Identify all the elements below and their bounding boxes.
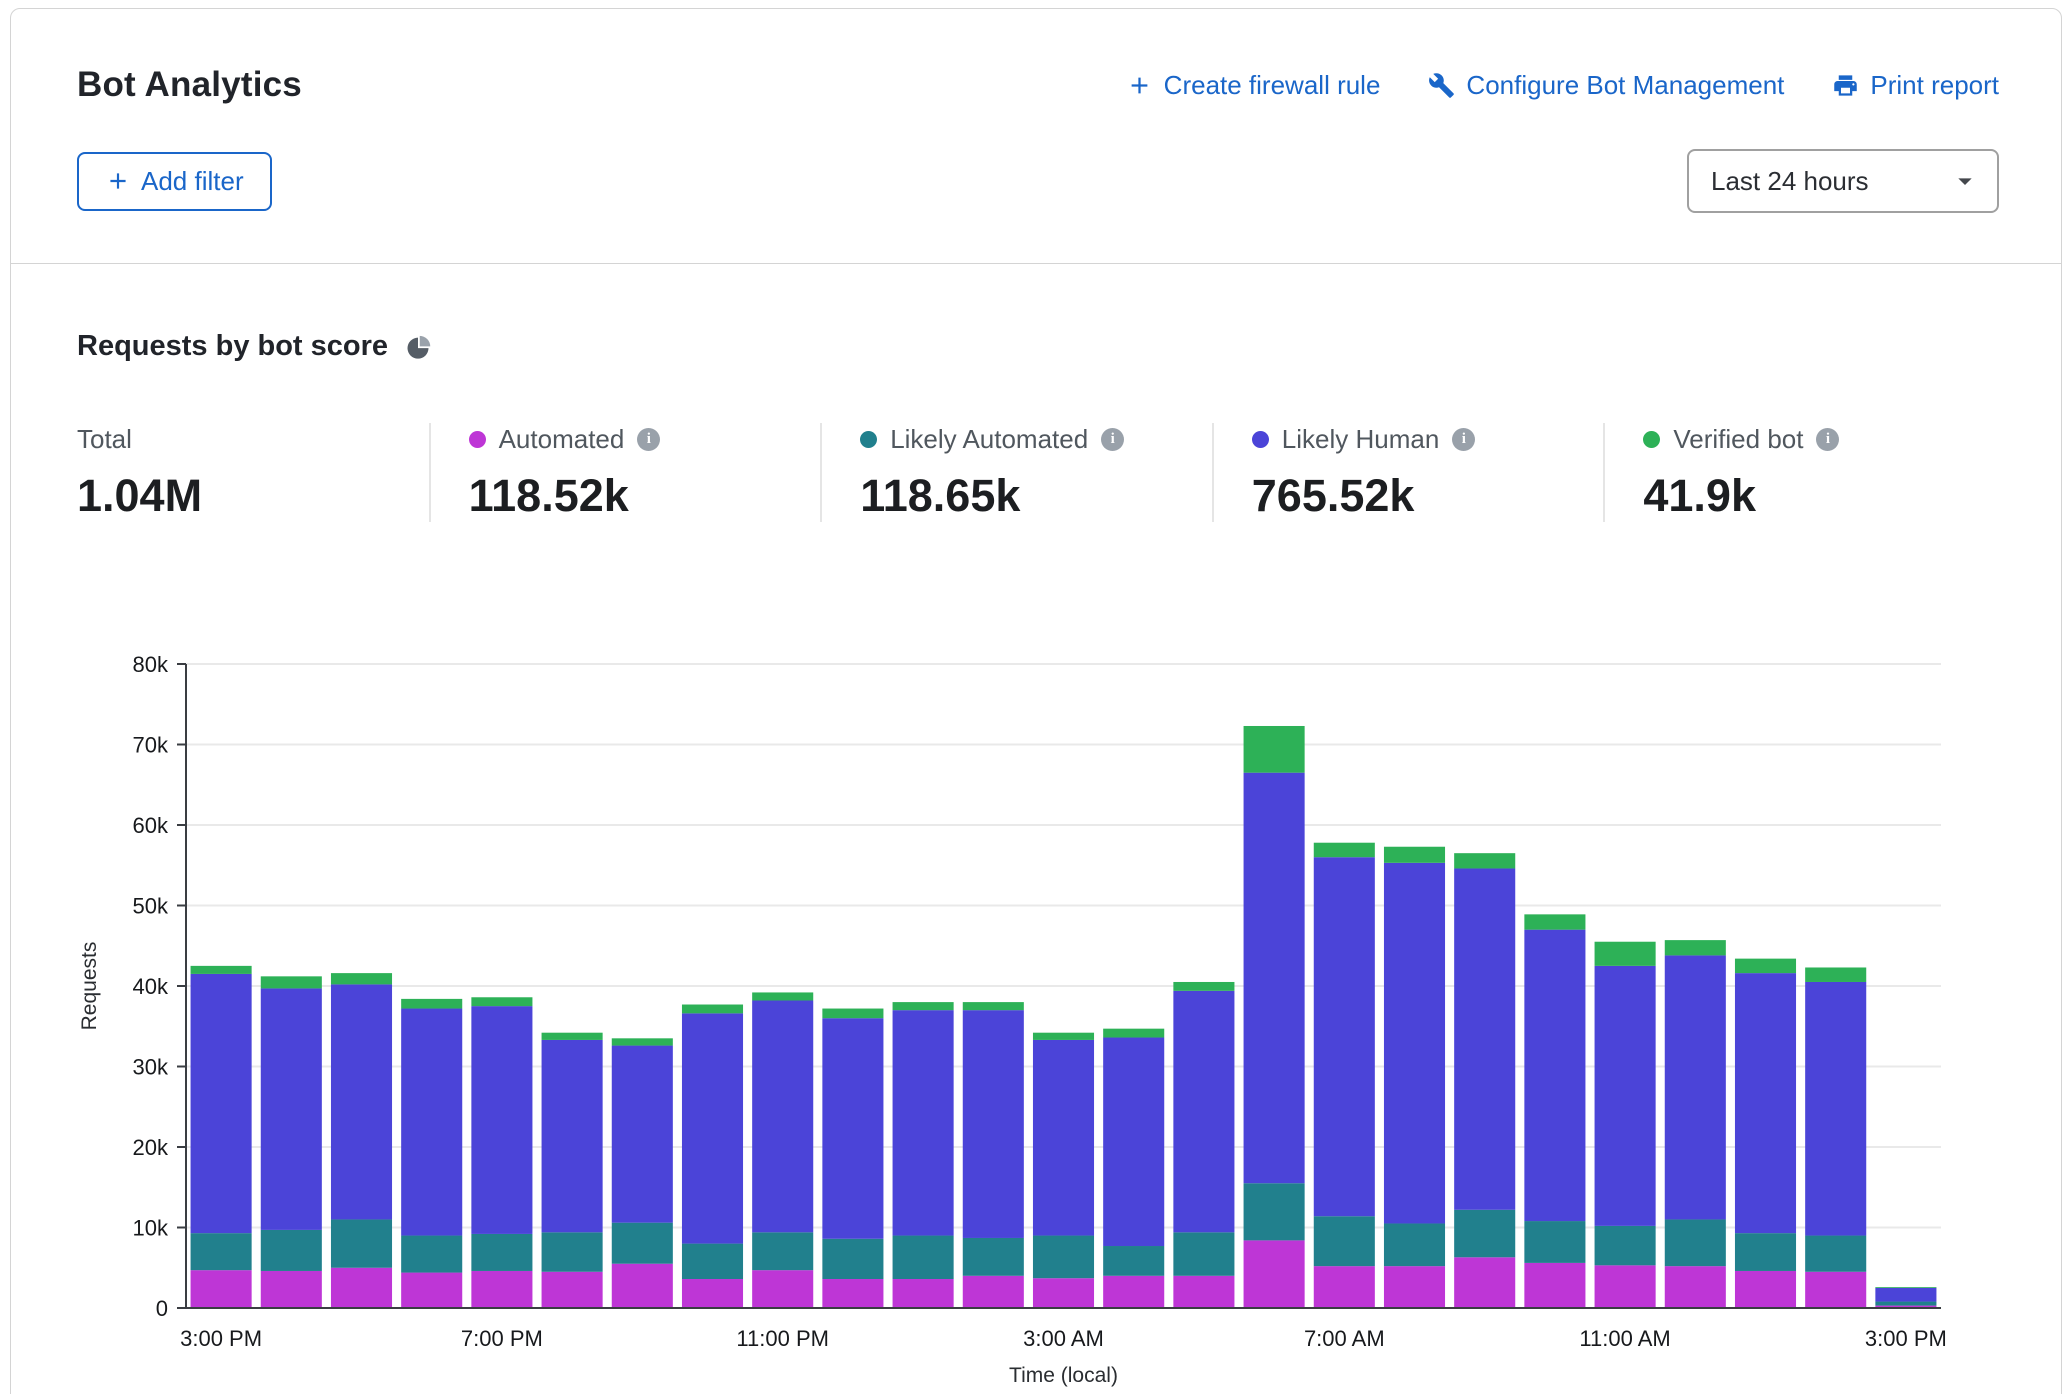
- chart-section: Requests by bot score Total 1.04M Automa…: [11, 330, 2061, 522]
- time-range-value: Last 24 hours: [1711, 166, 1869, 197]
- create-firewall-rule-link[interactable]: Create firewall rule: [1126, 70, 1381, 101]
- stat-automated-value: 118.52k: [469, 470, 821, 522]
- svg-text:11:00 AM: 11:00 AM: [1579, 1326, 1670, 1351]
- plus-icon: [1126, 72, 1153, 99]
- pie-chart-icon: [404, 333, 432, 361]
- svg-text:Requests: Requests: [78, 942, 101, 1031]
- stats-row: Total 1.04M Automated 118.52k Likely Aut…: [77, 423, 1995, 522]
- svg-text:70k: 70k: [133, 733, 169, 758]
- configure-bot-management-label: Configure Bot Management: [1466, 70, 1784, 101]
- stat-total: Total 1.04M: [77, 423, 429, 522]
- plus-icon: [105, 168, 131, 194]
- verified-bot-legend-dot: [1643, 431, 1660, 448]
- info-icon[interactable]: [1101, 428, 1124, 451]
- svg-text:7:00 PM: 7:00 PM: [461, 1326, 543, 1351]
- stat-likely-automated: Likely Automated 118.65k: [820, 423, 1212, 522]
- svg-text:11:00 PM: 11:00 PM: [736, 1326, 829, 1351]
- requests-chart: 0 10k 20k 30k 40k 50k 60k 70k 80k 3:00 PM 7:00 PM 1…: [0, 630, 2070, 1394]
- likely-human-legend-dot: [1252, 431, 1269, 448]
- svg-text:50k: 50k: [133, 894, 169, 919]
- configure-bot-management-link[interactable]: Configure Bot Management: [1428, 70, 1784, 101]
- stat-likely-human-label: Likely Human: [1282, 424, 1440, 455]
- stat-total-value: 1.04M: [77, 470, 429, 522]
- info-icon[interactable]: [1816, 428, 1839, 451]
- svg-text:20k: 20k: [133, 1135, 169, 1160]
- svg-text:3:00 AM: 3:00 AM: [1023, 1326, 1104, 1351]
- stat-likely-human-value: 765.52k: [1252, 470, 1604, 522]
- stat-verified-bot-label: Verified bot: [1673, 424, 1803, 455]
- stat-total-label: Total: [77, 424, 132, 455]
- add-filter-label: Add filter: [141, 166, 244, 197]
- stat-verified-bot-value: 41.9k: [1643, 470, 1995, 522]
- stat-verified-bot: Verified bot 41.9k: [1603, 423, 1995, 522]
- stat-likely-automated-label: Likely Automated: [890, 424, 1088, 455]
- svg-text:Time (local): Time (local): [1009, 1364, 1118, 1387]
- printer-icon: [1832, 72, 1859, 99]
- svg-text:30k: 30k: [133, 1055, 169, 1080]
- header-actions: Create firewall rule Configure Bot Manag…: [1126, 70, 1999, 101]
- svg-text:7:00 AM: 7:00 AM: [1304, 1326, 1385, 1351]
- add-filter-button[interactable]: Add filter: [77, 152, 272, 211]
- time-range-select[interactable]: Last 24 hours: [1687, 149, 1999, 213]
- svg-text:0: 0: [156, 1296, 168, 1321]
- print-report-link[interactable]: Print report: [1832, 70, 1999, 101]
- stat-likely-automated-value: 118.65k: [860, 470, 1212, 522]
- create-firewall-rule-label: Create firewall rule: [1164, 70, 1381, 101]
- chevron-down-icon: [1949, 165, 1981, 197]
- automated-legend-dot: [469, 431, 486, 448]
- svg-text:3:00 PM: 3:00 PM: [1865, 1326, 1947, 1351]
- section-title: Requests by bot score: [77, 330, 388, 363]
- svg-text:10k: 10k: [133, 1216, 169, 1241]
- svg-text:3:00 PM: 3:00 PM: [180, 1326, 262, 1351]
- stat-automated-label: Automated: [499, 424, 625, 455]
- svg-text:80k: 80k: [133, 652, 169, 677]
- svg-text:40k: 40k: [133, 974, 169, 999]
- page-title: Bot Analytics: [77, 65, 302, 105]
- print-report-label: Print report: [1870, 70, 1999, 101]
- svg-text:60k: 60k: [133, 813, 169, 838]
- info-icon[interactable]: [1452, 428, 1475, 451]
- wrench-icon: [1428, 72, 1455, 99]
- card-header: Bot Analytics Create firewall rule: [11, 9, 2061, 264]
- info-icon[interactable]: [637, 428, 660, 451]
- stat-automated: Automated 118.52k: [429, 423, 821, 522]
- likely-automated-legend-dot: [860, 431, 877, 448]
- stat-likely-human: Likely Human 765.52k: [1212, 423, 1604, 522]
